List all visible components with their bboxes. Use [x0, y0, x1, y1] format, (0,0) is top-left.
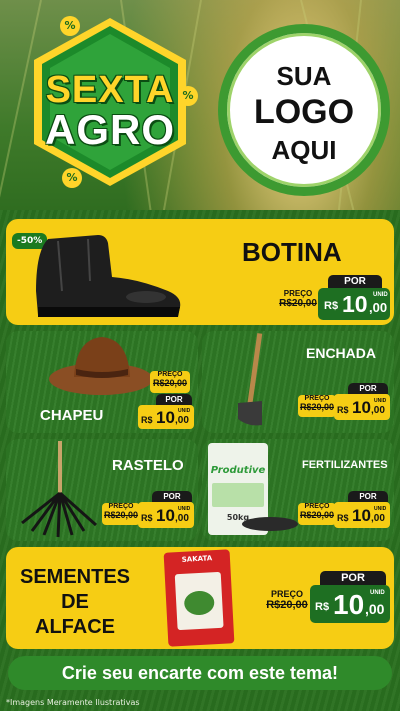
logo-line1: SUA: [276, 61, 332, 91]
current-price: R$ 10 ,00 UNID: [334, 502, 390, 528]
price-cents: ,00: [365, 601, 385, 617]
logo-placeholder: SUA LOGO AQUI: [218, 24, 390, 196]
hat-image: [49, 337, 153, 395]
current-price: R$ 10 ,00 UNID: [318, 288, 390, 320]
current-price: R$ 10 ,00 UNID: [138, 502, 194, 528]
currency-label: R$: [337, 405, 349, 415]
product-name: FERTILIZANTES: [302, 459, 388, 471]
currency-label: R$: [141, 415, 153, 425]
preco-label: PREÇO: [283, 289, 313, 298]
price-value: 10: [352, 398, 371, 417]
unit-label: UNID: [178, 408, 191, 414]
sexta-agro-badge: SEXTA AGRO % % %: [22, 14, 198, 190]
product-name: BOTINA: [242, 237, 342, 267]
preco-label: PREÇO: [304, 395, 330, 402]
badge-line2: AGRO: [45, 106, 175, 153]
por-label: POR: [320, 571, 386, 585]
old-price: PREÇO R$20,00: [150, 371, 190, 393]
old-price: PREÇO R$20,00: [262, 589, 312, 619]
currency-label: R$: [337, 513, 349, 523]
unit-label: UNID: [374, 506, 387, 512]
logo-line3: AQUI: [271, 135, 337, 165]
price-value: 10: [342, 291, 368, 317]
product-card-fertilizantes: Produtive 50kg FERTILIZANTES POR PREÇO R…: [202, 439, 394, 541]
product-card-chapeu: CHAPEU PREÇO R$20,00 POR R$ 10 ,00 UNID: [6, 331, 198, 433]
old-price-value: R$20,00: [299, 510, 335, 520]
percent-icon: %: [178, 86, 198, 106]
old-price: PREÇO R$20,00: [298, 503, 336, 525]
current-price: R$ 10 ,00 UNID: [334, 394, 390, 420]
current-price: R$ 10 ,00 UNID: [310, 585, 390, 623]
price-value: 10: [352, 506, 371, 525]
product-name: CHAPEU: [40, 407, 104, 424]
product-name: SEMENTES DE ALFACE: [12, 565, 138, 640]
percent-icon: %: [60, 16, 80, 36]
old-price-value: R$20,00: [103, 510, 139, 520]
currency-label: R$: [324, 300, 339, 312]
unit-label: UNID: [178, 506, 191, 512]
product-card-enchada: ENCHADA POR PREÇO R$20,00 R$ 10 ,00 UNID: [202, 331, 394, 433]
fertilizer-granules: [242, 517, 298, 531]
price-cents: ,00: [175, 415, 189, 426]
currency-label: R$: [141, 513, 153, 523]
por-label: POR: [348, 383, 388, 394]
product-card-botina: -50% BOTINA POR PREÇO R$20,00 R$ 10 ,00 …: [6, 219, 394, 325]
current-price: R$ 10 ,00 UNID: [138, 405, 194, 429]
percent-icon: %: [62, 168, 82, 188]
old-price: PREÇO R$20,00: [276, 289, 320, 315]
product-name-line: ALFACE: [35, 616, 115, 638]
por-label: POR: [156, 394, 192, 405]
product-card-sementes: SEMENTES DE ALFACE SAKATA POR PREÇO R$20…: [6, 547, 394, 649]
disclaimer: *Imagens Meramente Ilustrativas: [6, 698, 140, 707]
product-name: RASTELO: [112, 457, 184, 474]
por-label: POR: [152, 491, 192, 502]
product-card-rastelo: RASTELO POR PREÇO R$20,00 R$ 10 ,00 UNID: [6, 439, 198, 541]
product-name-line: DE: [61, 591, 89, 613]
price-cents: ,00: [371, 513, 385, 524]
rake-image: [21, 441, 97, 538]
product-name: ENCHADA: [306, 345, 376, 361]
price-value: 10: [156, 408, 175, 427]
unit-label: UNID: [373, 292, 388, 298]
price-cents: ,00: [175, 513, 189, 524]
cta-banner[interactable]: Crie seu encarte com este tema!: [8, 656, 392, 690]
price-cents: ,00: [371, 405, 385, 416]
preco-label: PREÇO: [157, 371, 183, 378]
preco-label: PREÇO: [304, 503, 330, 510]
unit-label: UNID: [374, 398, 387, 404]
old-price: PREÇO R$20,00: [298, 395, 336, 417]
bag-brand: Produtive: [210, 465, 266, 476]
hoe-image: [238, 333, 263, 426]
por-label: POR: [348, 491, 388, 502]
seed-pack-image: SAKATA: [163, 549, 235, 647]
price-value: 10: [333, 589, 365, 620]
product-name-line: SEMENTES: [19, 566, 131, 588]
old-price-value: R$20,00: [266, 599, 308, 611]
price-value: 10: [156, 506, 175, 525]
preco-label: PREÇO: [108, 503, 134, 510]
old-price-value: R$20,00: [279, 298, 317, 309]
unit-label: UNID: [370, 590, 385, 596]
old-price-value: R$20,00: [152, 378, 188, 388]
preco-label: PREÇO: [270, 589, 303, 599]
logo-line2: LOGO: [253, 93, 355, 131]
old-price: PREÇO R$20,00: [102, 503, 140, 525]
pack-brand: SAKATA: [181, 554, 213, 564]
por-label: POR: [328, 275, 382, 288]
currency-label: R$: [315, 601, 330, 613]
boot-image: [36, 235, 181, 317]
price-cents: ,00: [369, 300, 388, 315]
old-price-value: R$20,00: [299, 402, 335, 412]
